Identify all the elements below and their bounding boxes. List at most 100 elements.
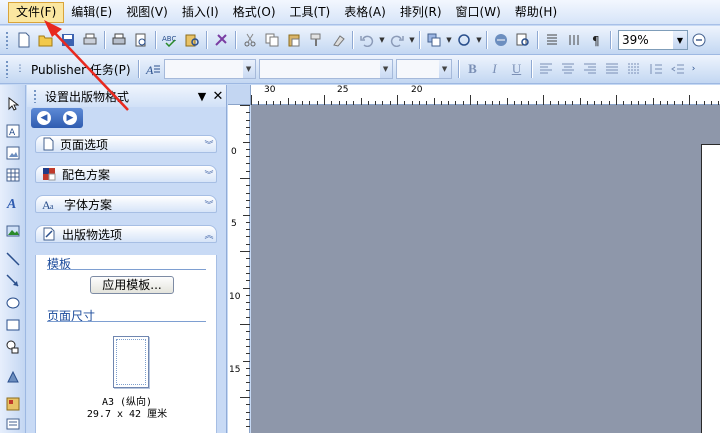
justify-icon[interactable] <box>601 58 623 80</box>
toolbar-separator <box>419 31 420 49</box>
chevron-double-down-icon[interactable]: ︾ <box>202 168 216 181</box>
objects-toolbar: A A <box>0 85 26 433</box>
zoom-magnifier-icon[interactable] <box>512 29 534 51</box>
insert-picture-frame-icon[interactable] <box>2 142 24 164</box>
menu-format[interactable]: 格式(O) <box>226 2 283 23</box>
chevron-down-icon[interactable]: ▼ <box>673 31 687 49</box>
wordart-icon[interactable]: A <box>2 191 24 213</box>
research-icon[interactable] <box>181 29 203 51</box>
hyperlink-icon[interactable] <box>490 29 512 51</box>
zoom-select[interactable]: 39% ▼ <box>618 30 688 50</box>
underline-icon[interactable]: U <box>506 58 528 80</box>
chevron-down-icon[interactable]: ▼ <box>378 36 386 44</box>
style-select[interactable]: ▼ <box>163 59 256 79</box>
chevron-down-icon[interactable]: ▼ <box>194 90 210 103</box>
picture-icon[interactable] <box>2 220 24 242</box>
eraser-icon[interactable] <box>327 29 349 51</box>
document-workspace[interactable] <box>251 105 720 433</box>
menu-insert[interactable]: 插入(I) <box>175 2 226 23</box>
align-left-icon[interactable] <box>535 58 557 80</box>
hotspot-icon[interactable] <box>2 366 24 388</box>
apply-template-button[interactable]: 应用模板... <box>90 276 174 294</box>
chevron-double-down-icon[interactable]: ︾ <box>202 138 216 151</box>
menu-view[interactable]: 视图(V) <box>119 2 175 23</box>
insert-table-icon[interactable] <box>2 164 24 186</box>
cut-icon[interactable] <box>239 29 261 51</box>
open-folder-icon[interactable] <box>35 29 57 51</box>
forward-icon[interactable]: ▶ <box>63 111 77 125</box>
save-icon[interactable] <box>57 29 79 51</box>
publication-page[interactable] <box>701 144 720 433</box>
close-icon[interactable]: ✕ <box>210 89 226 104</box>
menu-tools[interactable]: 工具(T) <box>283 2 338 23</box>
menu-help[interactable]: 帮助(H) <box>508 2 564 23</box>
design-gallery-icon[interactable] <box>2 393 24 415</box>
format-painter-icon[interactable] <box>305 29 327 51</box>
spelling-icon[interactable]: ABC <box>159 29 181 51</box>
section-color-schemes[interactable]: 配色方案 ︾ <box>35 165 217 183</box>
bold-icon[interactable]: B <box>462 58 484 80</box>
chevron-down-icon[interactable]: ▼ <box>438 60 451 78</box>
styles-icon[interactable]: A <box>142 58 164 80</box>
text-box-icon[interactable]: A <box>2 120 24 142</box>
horizontal-ruler[interactable]: 30 25 20 <box>251 85 720 105</box>
chevron-down-icon[interactable]: ▼ <box>379 60 392 78</box>
section-page-options[interactable]: 页面选项 ︾ <box>35 135 217 153</box>
font-select[interactable]: ▼ <box>258 59 393 79</box>
more-options-icon[interactable]: › <box>689 58 699 80</box>
toolbar-grip[interactable] <box>5 60 9 78</box>
ruler-corner[interactable] <box>228 85 251 105</box>
toolbar-separator <box>530 60 532 78</box>
arrange-icon[interactable] <box>423 29 445 51</box>
redo-icon[interactable] <box>386 29 408 51</box>
print-icon[interactable] <box>108 29 130 51</box>
italic-icon[interactable]: I <box>484 58 506 80</box>
more-buttons-icon[interactable]: ⋮ <box>13 58 27 80</box>
special-characters-icon[interactable]: ¶ <box>585 29 607 51</box>
back-icon[interactable]: ◀ <box>37 111 51 125</box>
menu-edit[interactable]: 编辑(E) <box>64 2 119 23</box>
publisher-tasks-button[interactable]: Publisher 任务(P) <box>27 61 135 78</box>
distribute-icon[interactable] <box>623 58 645 80</box>
align-right-icon[interactable] <box>579 58 601 80</box>
chevron-down-icon[interactable]: ▼ <box>445 36 453 44</box>
zoom-out-icon[interactable] <box>688 29 710 51</box>
undo-icon[interactable] <box>356 29 378 51</box>
decrease-indent-icon[interactable] <box>667 58 689 80</box>
align-center-icon[interactable] <box>557 58 579 80</box>
paste-icon[interactable] <box>283 29 305 51</box>
rotate-icon[interactable] <box>453 29 475 51</box>
task-pane-grip[interactable] <box>33 89 37 103</box>
select-pointer-icon[interactable] <box>2 93 24 115</box>
menu-table[interactable]: 表格(A) <box>337 2 393 23</box>
design-checker-icon[interactable] <box>210 29 232 51</box>
line-tool-icon[interactable] <box>2 248 24 270</box>
menu-file[interactable]: 文件(F) <box>8 1 65 23</box>
print-preview-icon[interactable] <box>130 29 152 51</box>
boundaries-icon[interactable] <box>563 29 585 51</box>
menu-window[interactable]: 窗口(W) <box>449 2 508 23</box>
new-document-icon[interactable] <box>13 29 35 51</box>
arrow-tool-icon[interactable] <box>2 270 24 292</box>
chevron-double-down-icon[interactable]: ︾ <box>202 198 216 211</box>
vertical-ruler[interactable]: 0 5 10 15 <box>228 105 250 433</box>
rectangle-tool-icon[interactable] <box>2 314 24 336</box>
line-spacing-icon[interactable] <box>645 58 667 80</box>
page-size-thumbnail[interactable] <box>113 336 149 388</box>
chevron-down-icon[interactable]: ▼ <box>475 36 483 44</box>
item-library-icon[interactable] <box>2 413 24 433</box>
section-publication-options[interactable]: 出版物选项 ︽ <box>35 225 217 243</box>
oval-tool-icon[interactable] <box>2 292 24 314</box>
print-setup-icon[interactable] <box>79 29 101 51</box>
section-font-schemes[interactable]: Aa 字体方案 ︾ <box>35 195 217 213</box>
columns-icon[interactable] <box>541 29 563 51</box>
autoshapes-icon[interactable] <box>2 336 24 358</box>
horizontal-ruler-ticks <box>251 95 719 105</box>
chevron-down-icon[interactable]: ▼ <box>408 36 416 44</box>
toolbar-grip[interactable] <box>5 31 9 49</box>
copy-icon[interactable] <box>261 29 283 51</box>
chevron-down-icon[interactable]: ▼ <box>242 60 255 78</box>
chevron-double-up-icon[interactable]: ︽ <box>202 228 216 241</box>
menu-arrange[interactable]: 排列(R) <box>393 2 449 23</box>
font-size-select[interactable]: ▼ <box>395 59 452 79</box>
